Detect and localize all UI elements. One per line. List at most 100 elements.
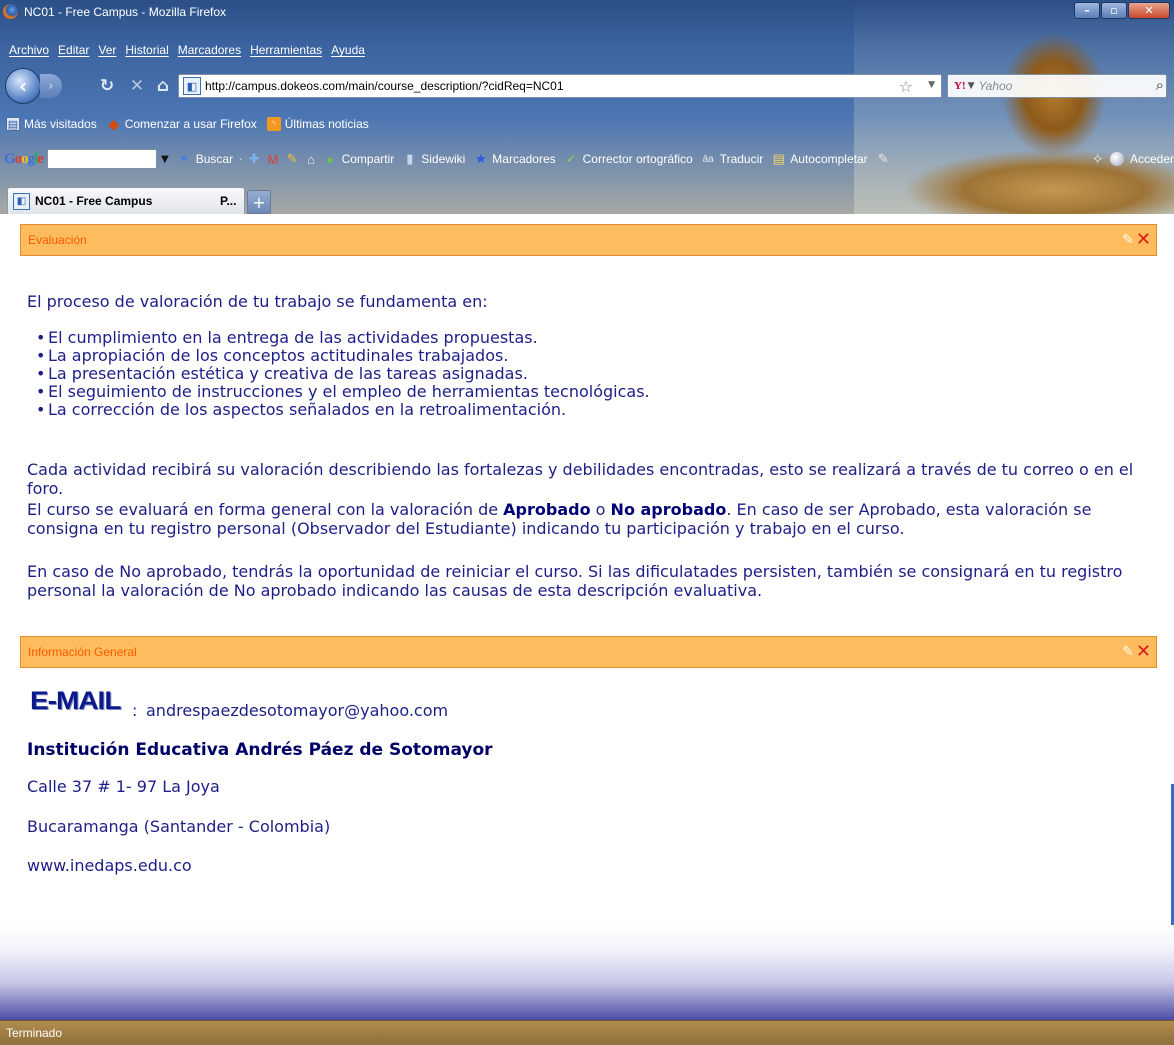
acceder-button[interactable]: ✧ Acceder [1091,150,1174,168]
institution-address: Calle 37 # 1- 97 La Joya [27,777,220,796]
spellcheck-icon: ✓ [565,151,577,166]
sidewiki-button[interactable]: ▮ Sidewiki [402,151,465,167]
google-dropdown-icon[interactable]: ▼ [161,154,169,165]
tab-nc01-free-campus[interactable]: ◧ NC01 - Free Campus P... [7,187,245,214]
window-controls: – ▫ ✕ [1074,2,1170,19]
corrector-label: Corrector ortográfico [582,152,693,166]
evaluation-criteria-list: El cumplimiento en la entrega de las act… [36,329,650,419]
forward-button[interactable]: › [40,74,62,98]
new-tab-button[interactable]: + [247,190,271,214]
menu-herramientas[interactable]: Herramientas [250,43,322,57]
delete-x-icon[interactable]: ✕ [1136,231,1151,249]
google-toolbar: Google ▼ ✦ Buscar · ✚ M ✎ ⌂ ● Compartir … [0,147,1174,171]
section-header-evaluacion: Evaluación ✎ ✕ [20,224,1157,256]
list-item: El cumplimiento en la entrega de las act… [36,329,650,347]
search-box[interactable]: Y! ▼ Yahoo ⌕ [947,74,1167,98]
aprobado-bold: Aprobado [503,500,591,519]
search-placeholder: Yahoo [978,79,1013,93]
evaluacion-paragraph-2: El curso se evaluará en forma general co… [27,500,1147,538]
bookmark-star-icon[interactable]: ☆ [899,77,913,96]
maximize-button[interactable]: ▫ [1101,2,1127,19]
status-bar: Terminado [0,1020,1174,1045]
no-aprobado-bold: No aprobado [610,500,727,519]
delete-x-icon[interactable]: ✕ [1136,643,1151,661]
back-button[interactable]: ‹ [5,68,41,104]
options-pencil-icon[interactable]: ✎ [876,151,891,167]
translate-icon: āa [702,153,714,165]
stop-icon[interactable]: ✕ [126,75,148,97]
google-search-input[interactable] [47,149,158,169]
list-item: La presentación estética y creativa de l… [36,365,650,383]
gmail-icon[interactable]: M [266,152,281,167]
yahoo-engine-icon[interactable]: Y! [954,80,966,92]
traducir-button[interactable]: āa Traducir [701,152,764,166]
url-dropdown-icon[interactable]: ▼ [928,80,935,90]
firefox-logo-icon [3,4,18,19]
bookmark-label: Más visitados [24,117,97,131]
bookmark-comenzar-firefox[interactable]: ◆ Comenzar a usar Firefox [107,116,257,132]
menu-archivo[interactable]: Archivo [9,43,49,57]
menu-historial[interactable]: Historial [125,43,168,57]
corrector-button[interactable]: ✓ Corrector ortográfico [564,151,693,167]
list-item: La apropiación de los conceptos actitudi… [36,347,650,365]
compartir-label: Compartir [341,152,395,166]
menu-ver[interactable]: Ver [98,43,116,57]
marcadores-label: Marcadores [492,152,556,166]
url-bar[interactable]: ◧ http://campus.dokeos.com/main/course_d… [178,74,942,98]
pencil-share-icon[interactable]: ✎ [285,151,300,167]
close-window-button[interactable]: ✕ [1128,2,1170,19]
tab-favicon-icon: ◧ [13,192,30,210]
edit-pencil-icon[interactable]: ✎ [1122,644,1134,660]
page-footer-band [0,925,1174,1020]
google-logo[interactable]: Google [4,151,44,168]
title-bar: NC01 - Free Campus - Mozilla Firefox – ▫… [0,0,1174,23]
search-magnifier-icon[interactable]: ⌕ [1156,76,1164,94]
section-tools: ✎ ✕ [1122,231,1151,249]
google-search-icon: ✦ [178,151,190,166]
bookmark-mas-visitados[interactable]: ▤ Más visitados [6,117,97,131]
bookmark-ultimas-noticias[interactable]: ◝ Últimas noticias [266,117,369,131]
bookmarks-toolbar: ▤ Más visitados ◆ Comenzar a usar Firefo… [0,113,373,135]
bookmark-label: Últimas noticias [284,117,369,131]
homepage-icon[interactable]: ⌂ [304,152,319,167]
autocompletar-button[interactable]: ▤ Autocompletar [771,151,868,167]
engine-dropdown-icon[interactable]: ▼ [968,81,975,91]
menu-marcadores[interactable]: Marcadores [178,43,241,57]
reload-icon[interactable]: ↻ [96,75,118,97]
p2-text-b: o [590,500,611,519]
buscar-label: Buscar [195,152,234,166]
menu-editar[interactable]: Editar [58,43,89,57]
p2-text-a: El curso se evaluará en forma general co… [27,500,504,519]
evaluacion-paragraph-1: Cada actividad recibirá su valoración de… [27,460,1134,498]
institution-email: andrespaezdesotomayor@yahoo.com [146,701,449,720]
edit-pencil-icon[interactable]: ✎ [1122,232,1134,248]
bookmark-label: Comenzar a usar Firefox [124,117,257,131]
list-item: El seguimiento de instrucciones y el emp… [36,383,650,401]
window-title: NC01 - Free Campus - Mozilla Firefox [24,4,227,19]
status-text: Terminado [6,1026,63,1040]
tab-label: NC01 - Free Campus [35,194,153,208]
rss-icon: ◝ [266,117,281,131]
browser-chrome: NC01 - Free Campus - Mozilla Firefox – ▫… [0,0,1174,214]
account-icon [1109,152,1124,166]
section-title: Evaluación [28,233,87,247]
menu-ayuda[interactable]: Ayuda [331,43,365,57]
email-logo-image: E-MAIL [30,686,121,715]
home-icon[interactable]: ⌂ [152,75,174,97]
url-text[interactable]: http://campus.dokeos.com/main/course_des… [205,79,564,93]
menu-bar: Archivo Editar Ver Historial Marcadores … [0,40,365,60]
institution-city: Bucaramanga (Santander - Colombia) [27,817,331,836]
acceder-label: Acceder [1129,152,1174,166]
autofill-icon: ▤ [772,151,785,166]
marcadores-button[interactable]: ★ Marcadores [473,151,556,167]
sidewiki-label: Sidewiki [421,152,466,166]
autocompletar-label: Autocompletar [790,152,868,166]
persona-theme-image [854,0,1174,214]
sidewiki-icon: ▮ [406,151,414,166]
separator-dot: · [239,152,243,166]
wrench-icon[interactable]: ✧ [1091,150,1104,168]
compartir-button[interactable]: ● Compartir [323,152,395,167]
minimize-button[interactable]: – [1074,2,1100,19]
plus-icon[interactable]: ✚ [247,151,262,167]
google-buscar-button[interactable]: ✦ Buscar [177,151,233,167]
